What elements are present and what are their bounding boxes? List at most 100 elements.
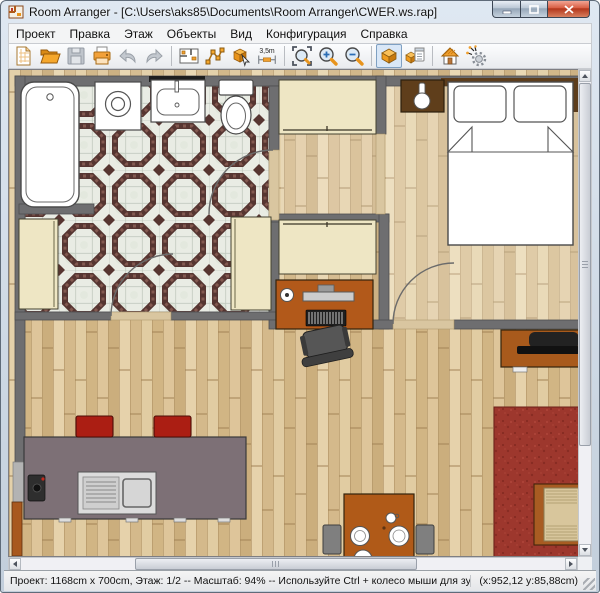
desk[interactable] xyxy=(276,280,373,329)
redo-icon xyxy=(142,44,166,68)
closet-left[interactable] xyxy=(19,219,58,309)
edit-points-icon xyxy=(203,44,227,68)
edit-points-button[interactable] xyxy=(202,44,228,68)
view-3d-button[interactable] xyxy=(376,44,402,68)
toilet[interactable] xyxy=(219,80,253,134)
add-object-icon xyxy=(229,44,253,68)
menu-item-floor[interactable]: Этаж xyxy=(117,25,160,43)
scroll-right-button[interactable] xyxy=(565,558,577,570)
washing-machine[interactable] xyxy=(95,82,141,130)
menubar: Проект Правка Этаж Объекты Вид Конфигура… xyxy=(8,23,592,43)
arrow-right-icon xyxy=(569,561,573,567)
open-folder-button[interactable] xyxy=(37,44,63,68)
print-icon xyxy=(90,44,114,68)
coffee-machine xyxy=(28,475,45,501)
lamp xyxy=(414,93,430,109)
scroll-left-button[interactable] xyxy=(9,558,21,570)
table-handle xyxy=(513,367,527,372)
render-settings-icon xyxy=(464,44,488,68)
object-list-button[interactable] xyxy=(402,44,428,68)
toolbar: 3,5m xyxy=(8,43,592,69)
bar-stool[interactable] xyxy=(154,416,191,437)
menu-item-objects[interactable]: Объекты xyxy=(160,25,224,43)
toolbar-separator xyxy=(432,46,433,66)
vertical-scrollbar[interactable] xyxy=(578,69,592,557)
dining-chair[interactable] xyxy=(323,525,341,554)
horizontal-scrollbar-thumb[interactable] xyxy=(135,558,417,570)
sink[interactable] xyxy=(149,76,205,122)
undo-icon xyxy=(116,44,140,68)
bathtub[interactable] xyxy=(21,82,79,207)
pillow xyxy=(454,86,506,122)
print-button[interactable] xyxy=(89,44,115,68)
closet-right[interactable] xyxy=(231,217,271,310)
house-walls-button[interactable] xyxy=(437,44,463,68)
menu-item-configuration[interactable]: Конфигурация xyxy=(259,25,354,43)
tv-table[interactable] xyxy=(501,330,578,372)
bar-stool[interactable] xyxy=(76,416,113,437)
new-document-icon xyxy=(12,44,36,68)
menu-item-project[interactable]: Проект xyxy=(9,25,63,43)
cabinet-left[interactable] xyxy=(12,502,22,556)
redo-button[interactable] xyxy=(141,44,167,68)
arrow-up-icon xyxy=(582,74,588,78)
vertical-scrollbar-thumb[interactable] xyxy=(579,83,591,446)
zoom-out-icon xyxy=(342,44,366,68)
render-settings-button[interactable] xyxy=(463,44,489,68)
status-project-info: Проект: 1168cm x 700cm, Этаж: 1/2 -- Мас… xyxy=(10,575,470,587)
window-title: Room Arranger - [C:\Users\aks85\Document… xyxy=(29,5,437,19)
scroll-down-button[interactable] xyxy=(579,544,591,556)
scrollbar-corner xyxy=(578,557,592,571)
open-folder-icon xyxy=(38,44,62,68)
wardrobe-middle[interactable] xyxy=(279,220,376,274)
minimize-button[interactable] xyxy=(492,1,521,18)
double-bed[interactable] xyxy=(448,82,573,245)
close-button[interactable] xyxy=(548,1,590,18)
tv xyxy=(529,332,578,348)
arrow-down-icon xyxy=(582,548,588,552)
sofa[interactable] xyxy=(534,484,578,545)
house-walls-icon xyxy=(438,44,462,68)
app-icon xyxy=(8,4,24,20)
menu-item-view[interactable]: Вид xyxy=(223,25,259,43)
zoom-out-button[interactable] xyxy=(341,44,367,68)
save-button[interactable] xyxy=(63,44,89,68)
plate xyxy=(389,526,409,546)
menu-item-help[interactable]: Справка xyxy=(354,25,415,43)
menu-item-edit[interactable]: Правка xyxy=(63,25,118,43)
scroll-up-button[interactable] xyxy=(579,70,591,82)
new-document-button[interactable] xyxy=(11,44,37,68)
minimize-icon xyxy=(502,5,512,14)
horizontal-scrollbar[interactable] xyxy=(8,557,578,571)
dining-table[interactable] xyxy=(344,494,414,557)
toolbar-separator xyxy=(371,46,372,66)
zoom-fit-icon xyxy=(290,44,314,68)
view-3d-icon xyxy=(377,44,401,68)
zoom-in-button[interactable] xyxy=(315,44,341,68)
plan-editor-icon xyxy=(177,44,201,68)
arrow-left-icon xyxy=(13,561,17,567)
nightstand[interactable] xyxy=(401,80,444,112)
measure-button[interactable]: 3,5m xyxy=(254,44,280,68)
toolbar-separator xyxy=(284,46,285,66)
undo-button[interactable] xyxy=(115,44,141,68)
plan-editor-button[interactable] xyxy=(176,44,202,68)
resize-grip[interactable] xyxy=(583,578,595,590)
toolbar-separator xyxy=(171,46,172,66)
zoom-fit-button[interactable] xyxy=(289,44,315,68)
svg-text:3,5m: 3,5m xyxy=(259,48,275,55)
close-icon xyxy=(564,5,574,14)
plan-canvas[interactable] xyxy=(8,69,578,557)
island-sink xyxy=(123,479,151,507)
zoom-in-icon xyxy=(316,44,340,68)
save-icon xyxy=(64,44,88,68)
add-object-button[interactable] xyxy=(228,44,254,68)
kitchen-island[interactable] xyxy=(24,437,246,522)
dining-chair[interactable] xyxy=(416,525,434,554)
maximize-button[interactable] xyxy=(521,1,548,18)
floor-plan[interactable] xyxy=(9,70,578,557)
tv-front xyxy=(517,346,578,354)
maximize-icon xyxy=(529,5,539,14)
wardrobe-top[interactable] xyxy=(279,80,376,134)
measure-icon: 3,5m xyxy=(255,44,279,68)
